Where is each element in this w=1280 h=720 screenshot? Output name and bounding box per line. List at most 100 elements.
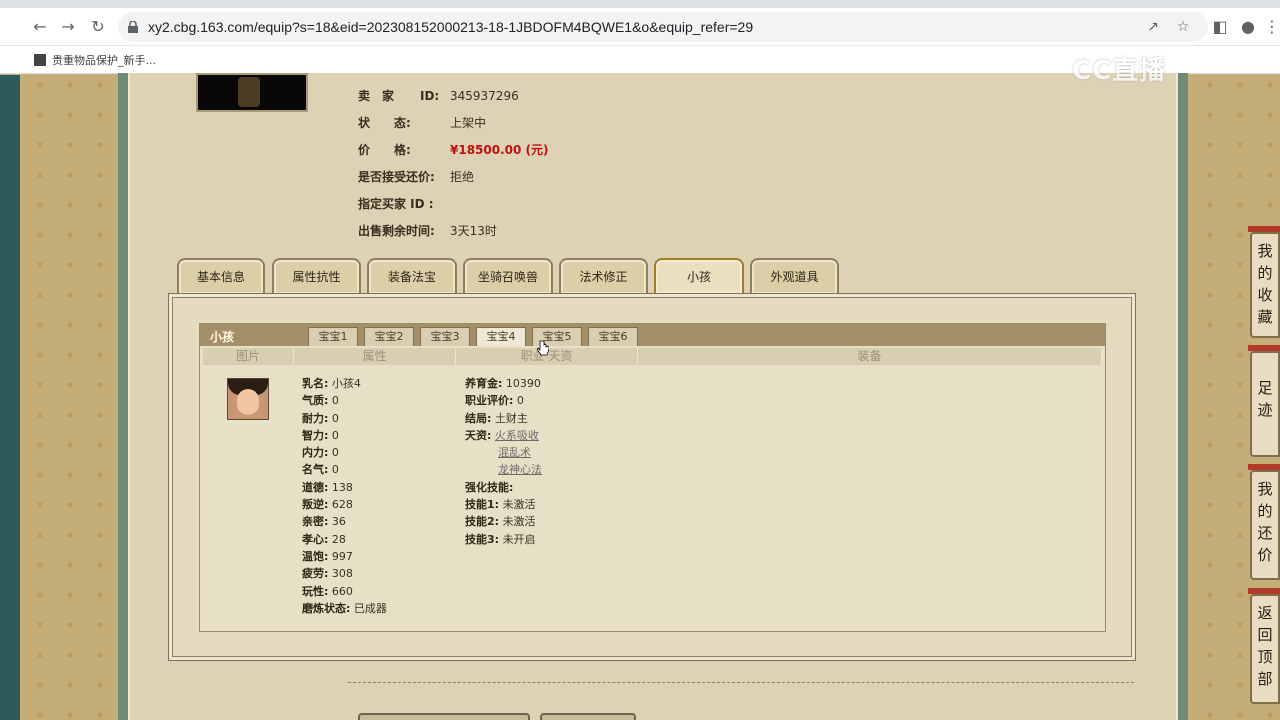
back-to-top-label: 返回顶部 xyxy=(1257,604,1273,688)
back-to-top-button[interactable]: 返回顶部 xyxy=(1250,594,1280,704)
enhance-row: 强化技能: xyxy=(465,479,542,496)
attribute-value: 997 xyxy=(331,549,353,563)
status-row: 状 态: 上架中 xyxy=(358,114,486,131)
attribute-label: 乳名: xyxy=(302,377,329,390)
attribute-label: 耐力: xyxy=(302,411,329,425)
counter-label: 是否接受还价: xyxy=(358,170,435,184)
ending-row: 结局: 土财主 xyxy=(465,410,542,427)
attribute-label: 疲劳: xyxy=(302,567,329,581)
skill-row: 技能2: 未激活 xyxy=(465,513,542,530)
talent-row: 龙神心法 xyxy=(465,461,542,478)
remaining-value: 3天13时 xyxy=(450,224,497,238)
avatar-face xyxy=(237,389,259,415)
attribute-row: 磨炼状态: 已成器 xyxy=(302,600,387,617)
fund-label: 养育金: xyxy=(465,377,503,390)
attribute-label: 名气: xyxy=(302,463,329,477)
address-bar: ← → ↻ xy2.cbg.163.com/equip?s=18&eid=202… xyxy=(0,8,1280,46)
talent-link[interactable]: 火系吸收 xyxy=(495,429,539,442)
bottom-button[interactable] xyxy=(540,713,636,720)
subtab-baby-3[interactable]: 宝宝3 xyxy=(420,327,470,346)
tab-basic-info[interactable]: 基本信息 xyxy=(177,258,265,294)
attribute-row: 气质: 0 xyxy=(302,392,387,409)
eval-row: 职业评价: 0 xyxy=(465,392,542,409)
talent-row: 混乱术 xyxy=(465,444,542,461)
attribute-row: 孝心: 28 xyxy=(302,531,387,548)
reload-icon[interactable]: ↻ xyxy=(88,17,108,37)
tab-spells[interactable]: 法术修正 xyxy=(559,258,648,294)
attribute-label: 玩性: xyxy=(302,584,329,598)
attribute-value: 0 xyxy=(331,411,339,425)
buyer-row: 指定买家 ID : xyxy=(358,195,450,212)
history-label: 足迹 xyxy=(1257,379,1273,419)
my-offers-label: 我的还价 xyxy=(1257,480,1273,564)
eval-value: 0 xyxy=(516,394,524,408)
tab-appearance[interactable]: 外观道具 xyxy=(750,258,839,294)
hand-cursor-icon xyxy=(537,340,549,356)
attribute-label: 亲密: xyxy=(302,515,329,529)
my-offers-button[interactable]: 我的还价 xyxy=(1250,470,1280,580)
tab-mounts[interactable]: 坐骑召唤兽 xyxy=(463,258,553,294)
sidepanel-icon[interactable]: ◧ xyxy=(1210,17,1230,37)
attribute-value: 小孩4 xyxy=(331,377,361,390)
tab-equipment[interactable]: 装备法宝 xyxy=(367,258,457,294)
skill-label: 技能1: xyxy=(465,498,500,512)
attribute-label: 叛逆: xyxy=(302,498,329,512)
attribute-row: 叛逆: 628 xyxy=(302,496,387,513)
price-value: ¥18500.00 (元) xyxy=(450,143,549,157)
star-icon[interactable]: ☆ xyxy=(1174,18,1192,36)
tab-child[interactable]: 小孩 xyxy=(654,258,744,294)
status-label: 状 态: xyxy=(358,116,411,130)
subtab-baby-2[interactable]: 宝宝2 xyxy=(364,327,414,346)
seller-id-label: ID: xyxy=(420,89,440,103)
attribute-value: 628 xyxy=(331,498,353,512)
attribute-row: 耐力: 0 xyxy=(302,410,387,427)
buyer-label: 指定买家 ID : xyxy=(358,197,434,211)
enhance-label: 强化技能: xyxy=(465,480,514,494)
favorites-button[interactable]: 我的收藏 xyxy=(1250,232,1280,338)
attribute-row: 乳名: 小孩4 xyxy=(302,375,387,392)
url-field[interactable]: xy2.cbg.163.com/equip?s=18&eid=202308152… xyxy=(118,12,1208,42)
menu-icon[interactable]: ⋮ xyxy=(1262,17,1280,37)
forward-icon[interactable]: → xyxy=(58,17,78,37)
attribute-row: 名气: 0 xyxy=(302,461,387,478)
skill-row: 技能3: 未开启 xyxy=(465,531,542,548)
talent-link[interactable]: 混乱术 xyxy=(498,446,531,459)
window-edge xyxy=(0,75,20,720)
remaining-label: 出售剩余时间: xyxy=(358,224,435,238)
subtab-baby-6[interactable]: 宝宝6 xyxy=(588,327,638,346)
col-attributes: 属性 xyxy=(294,348,456,365)
counter-value: 拒绝 xyxy=(450,170,475,184)
attribute-row: 疲劳: 308 xyxy=(302,565,387,582)
attribute-value: 0 xyxy=(331,394,339,408)
fund-row: 养育金: 10390 xyxy=(465,375,542,392)
character-figure xyxy=(238,77,260,107)
remaining-row: 出售剩余时间: 3天13时 xyxy=(358,222,497,239)
subtab-baby-1[interactable]: 宝宝1 xyxy=(308,327,358,346)
stream-watermark: CC直播 xyxy=(1072,56,1167,86)
share-icon[interactable]: ↗ xyxy=(1144,18,1162,36)
seller-label: 卖 家 xyxy=(358,89,395,103)
attribute-row: 道德: 138 xyxy=(302,479,387,496)
subtab-baby-4[interactable]: 宝宝4 xyxy=(476,327,526,346)
attribute-value: 28 xyxy=(331,532,346,546)
attribute-value: 0 xyxy=(331,428,339,442)
bottom-button[interactable] xyxy=(358,713,530,720)
attribute-value: 660 xyxy=(331,584,353,598)
talent-label: 天资: xyxy=(465,428,492,442)
tab-attributes[interactable]: 属性抗性 xyxy=(272,258,361,294)
skill-value: 未激活 xyxy=(502,498,536,512)
profile-icon[interactable]: ● xyxy=(1238,17,1258,37)
career-list: 养育金: 10390 职业评价: 0 结局: 土财主 天资: 火系吸收 混乱术 … xyxy=(465,375,542,548)
child-title: 小孩 xyxy=(210,330,235,344)
attribute-label: 气质: xyxy=(302,394,329,408)
divider xyxy=(348,682,1134,683)
bookmark-icon xyxy=(34,54,46,66)
skill-label: 技能2: xyxy=(465,515,500,529)
talent-link[interactable]: 龙神心法 xyxy=(498,463,542,476)
counter-offer-row: 是否接受还价: 拒绝 xyxy=(358,168,474,185)
attribute-row: 玩性: 660 xyxy=(302,583,387,600)
back-icon[interactable]: ← xyxy=(30,17,50,37)
history-button[interactable]: 足迹 xyxy=(1250,351,1280,457)
bookmark-label: 贵重物品保护_新手... xyxy=(52,54,156,67)
bookmark-item[interactable]: 贵重物品保护_新手... xyxy=(34,52,156,68)
